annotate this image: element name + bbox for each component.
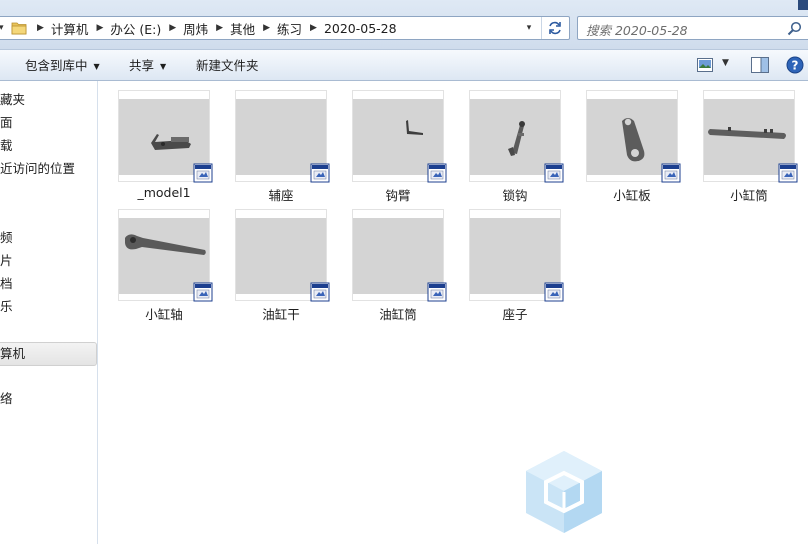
navigation-pane: 藏夹 面 载 近访问的位置 频 片 档 乐 算机 络: [0, 81, 98, 544]
file-type-badge-icon: [427, 282, 447, 302]
file-list: _model1 辅座 钩臂 锁钩 小缸板 小缸筒 小缸轴 油缸干 油缸筒 座子: [99, 81, 808, 544]
file-name: 座子: [502, 307, 528, 322]
address-bar[interactable]: ▾ ▶ 计算机 ▶ 办公 (E:) ▶ 周炜 ▶ 其他 ▶ 练习 ▶ 2020-…: [0, 16, 570, 40]
search-input[interactable]: 搜索 2020-05-28: [577, 16, 808, 40]
file-type-badge-icon: [661, 163, 681, 183]
breadcrumb-item[interactable]: 其他: [230, 19, 255, 38]
file-name: 油缸筒: [379, 307, 417, 322]
file-item[interactable]: 小缸筒: [694, 81, 804, 203]
file-type-badge-icon: [310, 282, 330, 302]
file-name: _model1: [137, 185, 191, 200]
new-folder-label: 新建文件夹: [196, 58, 259, 73]
file-thumbnail: [118, 209, 213, 302]
file-item[interactable]: 座子: [460, 200, 570, 322]
nav-item-recent-places[interactable]: 近访问的位置: [0, 158, 75, 180]
address-buttons: ▾: [527, 17, 569, 39]
file-item[interactable]: 油缸干: [226, 200, 336, 322]
breadcrumb-separator-icon[interactable]: ▶: [169, 23, 176, 33]
share-button[interactable]: 共享 ▼: [129, 50, 166, 81]
address-bar-row: ▾ ▶ 计算机 ▶ 办公 (E:) ▶ 周炜 ▶ 其他 ▶ 练习 ▶ 2020-…: [0, 0, 808, 50]
file-thumbnail: [235, 90, 330, 183]
include-library-label: 包含到库中: [25, 58, 88, 73]
breadcrumb-item[interactable]: 练习: [277, 19, 302, 38]
include-library-button[interactable]: 包含到库中 ▼: [25, 50, 100, 81]
search-placeholder: 搜索 2020-05-28: [586, 23, 688, 38]
window-frame-corner: [798, 0, 808, 10]
nav-item-music[interactable]: 乐: [0, 296, 13, 318]
nav-item-network[interactable]: 络: [0, 388, 13, 410]
file-name: 油缸干: [262, 307, 300, 322]
file-type-badge-icon: [193, 282, 213, 302]
file-type-badge-icon: [193, 163, 213, 183]
breadcrumb-separator-icon[interactable]: ▶: [37, 23, 44, 33]
nav-item-downloads[interactable]: 载: [0, 135, 13, 157]
breadcrumb-item[interactable]: 2020-05-28: [324, 21, 397, 36]
search-icon[interactable]: [787, 21, 802, 36]
file-item[interactable]: 小缸板: [577, 81, 687, 203]
folder-icon: [11, 22, 27, 35]
file-type-badge-icon: [544, 163, 564, 183]
file-item[interactable]: 小缸轴: [109, 200, 219, 322]
preview-pane-icon[interactable]: [751, 57, 769, 73]
breadcrumb-item[interactable]: 计算机: [51, 19, 89, 38]
nav-item-videos[interactable]: 频: [0, 227, 13, 249]
breadcrumb-separator-icon[interactable]: ▶: [96, 23, 103, 33]
file-thumbnail: [469, 209, 564, 302]
nav-item-documents[interactable]: 档: [0, 273, 13, 295]
breadcrumb: ▶ 计算机 ▶ 办公 (E:) ▶ 周炜 ▶ 其他 ▶ 练习 ▶ 2020-05…: [33, 17, 397, 39]
breadcrumb-separator-icon[interactable]: ▶: [263, 23, 270, 33]
file-item[interactable]: 钩臂: [343, 81, 453, 203]
file-type-badge-icon: [778, 163, 798, 183]
nav-item-computer[interactable]: 算机: [0, 343, 25, 365]
file-type-badge-icon: [310, 163, 330, 183]
file-type-badge-icon: [427, 163, 447, 183]
view-dropdown-icon[interactable]: ▼: [722, 58, 729, 68]
file-thumbnail: [352, 209, 447, 302]
share-label: 共享: [129, 58, 155, 73]
nav-item-desktop[interactable]: 面: [0, 112, 13, 134]
command-bar: 包含到库中 ▼ 共享 ▼ 新建文件夹 ▼ ?: [0, 50, 808, 81]
file-item[interactable]: 油缸筒: [343, 200, 453, 322]
file-name: 小缸轴: [145, 307, 183, 322]
nav-item-favorites[interactable]: 藏夹: [0, 89, 25, 111]
file-thumbnail: [352, 90, 447, 183]
file-name: 小缸筒: [730, 188, 768, 203]
file-thumbnail: [469, 90, 564, 183]
change-view-icon[interactable]: [697, 58, 713, 72]
breadcrumb-separator-icon[interactable]: ▶: [216, 23, 223, 33]
help-icon[interactable]: ?: [786, 56, 804, 74]
nav-item-pictures[interactable]: 片: [0, 250, 13, 272]
file-thumbnail: [703, 90, 798, 183]
file-item[interactable]: 锁钩: [460, 81, 570, 203]
file-item[interactable]: 辅座: [226, 81, 336, 203]
file-thumbnail: [586, 90, 681, 183]
new-folder-button[interactable]: 新建文件夹: [196, 50, 259, 81]
file-thumbnail: [235, 209, 330, 302]
breadcrumb-separator-icon[interactable]: ▶: [310, 23, 317, 33]
refresh-icon[interactable]: [546, 19, 564, 37]
file-type-badge-icon: [544, 282, 564, 302]
file-name: 小缸板: [613, 188, 651, 203]
file-thumbnail: [118, 90, 213, 183]
file-item[interactable]: _model1: [109, 81, 219, 200]
watermark-cube-icon: [526, 451, 602, 533]
breadcrumb-item[interactable]: 办公 (E:): [110, 19, 161, 38]
chevron-down-icon: ▼: [160, 62, 167, 71]
breadcrumb-item[interactable]: 周炜: [183, 19, 208, 38]
address-dropdown-icon[interactable]: ▾: [518, 17, 540, 39]
chevron-down-icon: ▼: [93, 62, 100, 71]
svg-text:?: ?: [792, 59, 799, 73]
address-history-icon[interactable]: ▾: [0, 21, 9, 35]
